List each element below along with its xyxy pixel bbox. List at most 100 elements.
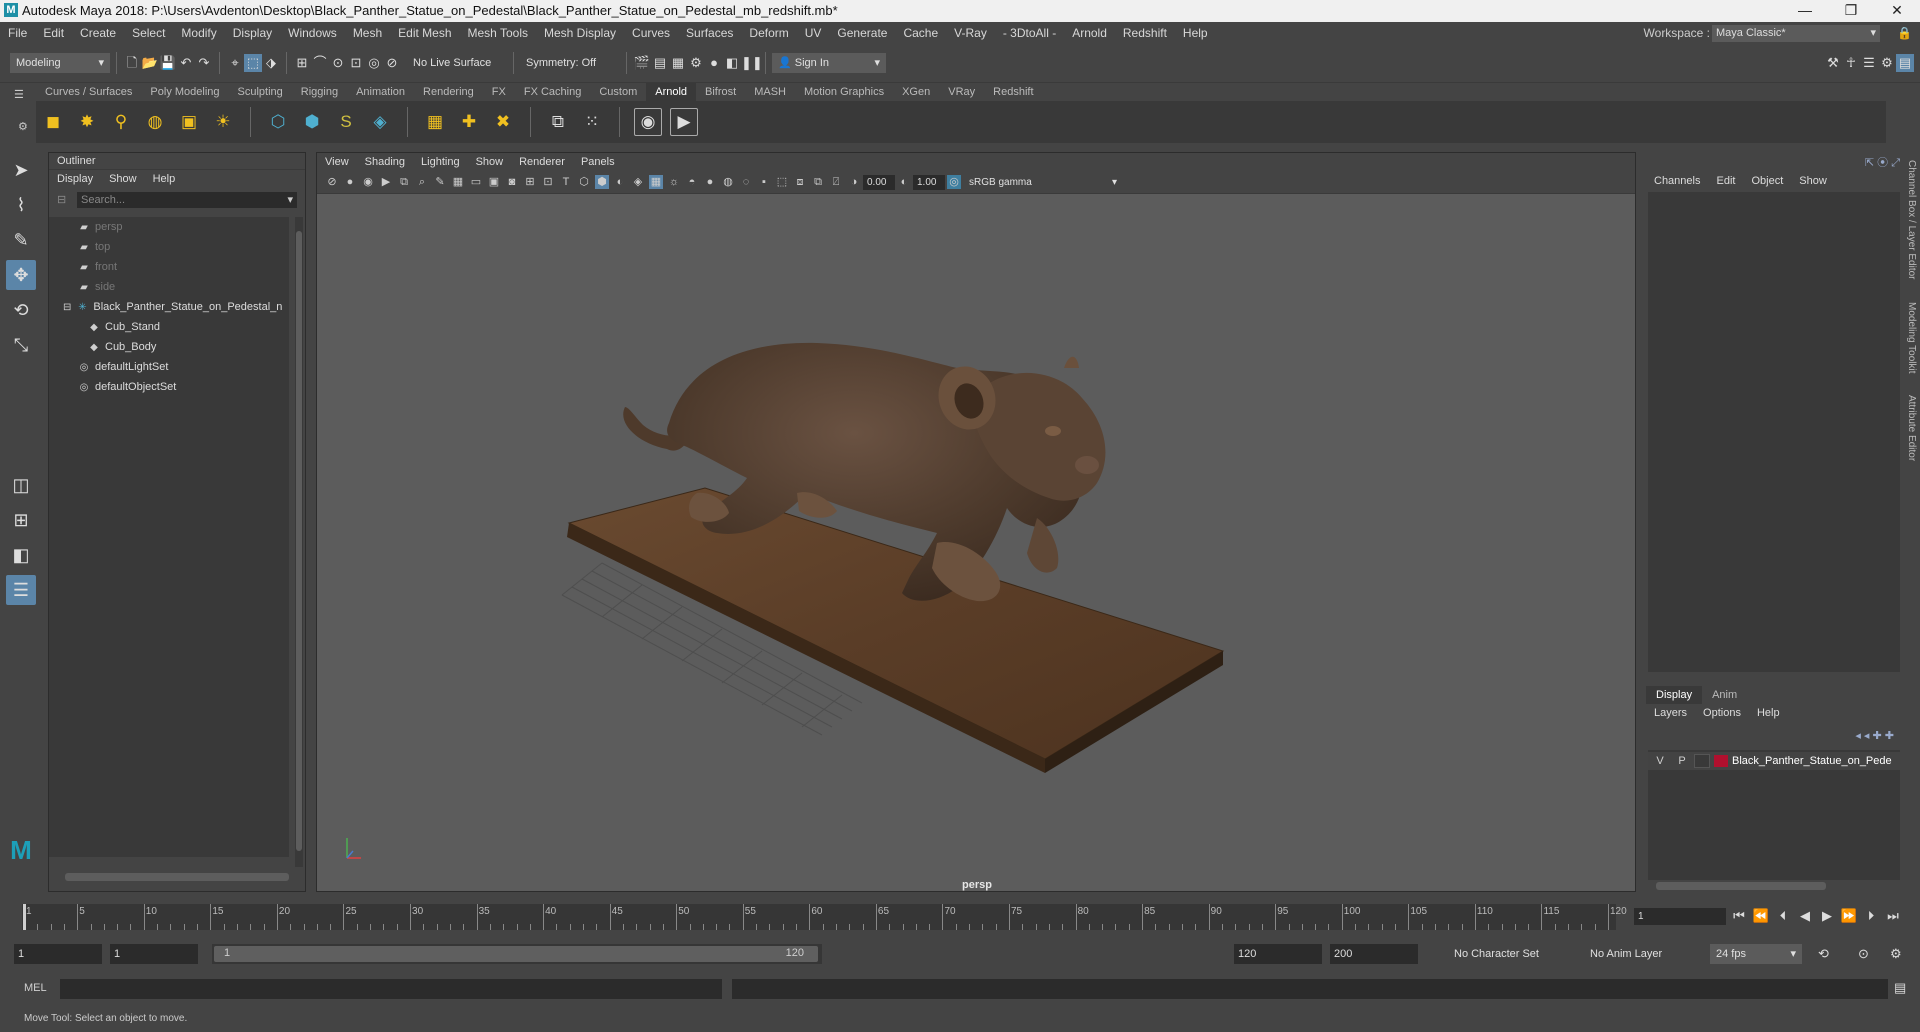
ai-flush-background-icon[interactable]: ✚ — [456, 109, 482, 135]
tool-settings-icon[interactable]: ⚙ — [1878, 54, 1896, 72]
lock-camera-icon[interactable]: ● — [343, 175, 357, 189]
shadows-icon[interactable]: ◓ — [685, 175, 699, 189]
ai-render-icon[interactable]: ▶ — [670, 108, 698, 136]
motion-blur-icon[interactable]: ◍ — [721, 175, 735, 189]
edit-menu[interactable]: Edit — [1708, 172, 1743, 190]
ai-area-light-icon[interactable]: ◼ — [40, 109, 66, 135]
image-plane-icon[interactable]: ⧉ — [397, 175, 411, 189]
ai-mesh-light-icon[interactable]: ✸ — [74, 109, 100, 135]
shelf-tab-curves-surfaces[interactable]: Curves / Surfaces — [36, 83, 141, 101]
layer-row[interactable]: V P Black_Panther_Statue_on_Pede — [1648, 752, 1900, 770]
wireframe-icon[interactable]: ⬡ — [577, 175, 591, 189]
layer-playback-toggle[interactable]: P — [1674, 752, 1690, 770]
scene-canvas[interactable] — [317, 193, 1635, 873]
step-back-frame-icon[interactable]: ⏴ — [1772, 908, 1794, 924]
ai-flush-texture-icon[interactable]: ▦ — [422, 109, 448, 135]
scale-tool-icon[interactable]: ⤡ — [6, 330, 36, 360]
viewport-menu-panels[interactable]: Panels — [573, 153, 623, 171]
shelf-tab-motion-graphics[interactable]: Motion Graphics — [795, 83, 893, 101]
shelf-tab-redshift[interactable]: Redshift — [984, 83, 1042, 101]
scene-start-field[interactable]: 1 — [14, 944, 102, 964]
menu-curves[interactable]: Curves — [624, 22, 678, 44]
snap-curve-icon[interactable]: ⌒ — [311, 54, 329, 72]
anti-aliasing-icon[interactable]: ◌ — [739, 175, 753, 189]
attribute-editor-icon[interactable]: ☰ — [1860, 54, 1878, 72]
scene-end-field[interactable]: 200 — [1330, 944, 1418, 964]
snap-view-icon[interactable]: ⊡ — [347, 54, 365, 72]
shelf-tab-fx-caching[interactable]: FX Caching — [515, 83, 590, 101]
select-camera-icon[interactable]: ⊘ — [325, 175, 339, 189]
move-tool-icon[interactable]: ✥ — [6, 260, 36, 290]
minimize-button[interactable]: — — [1782, 0, 1828, 22]
ai-export-ass-icon[interactable]: ◈ — [367, 109, 393, 135]
shelf-tab-rendering[interactable]: Rendering — [414, 83, 483, 101]
outliner-vertical-scrollbar[interactable] — [295, 217, 303, 867]
go-to-end-icon[interactable]: ⏭ — [1882, 908, 1904, 924]
hypershade-icon[interactable]: ● — [705, 54, 723, 72]
range-slider[interactable]: 1 120 — [212, 944, 822, 964]
ai-curve-collector-icon[interactable]: S — [333, 109, 359, 135]
range-slider-handle[interactable]: 1 120 — [214, 946, 818, 962]
script-language-label[interactable]: MEL — [24, 982, 47, 994]
menu-cache[interactable]: Cache — [895, 22, 946, 44]
shelf-tab-xgen[interactable]: XGen — [893, 83, 939, 101]
render-frame-icon[interactable]: 🎬 — [633, 54, 651, 72]
ipr-render-icon[interactable]: ▦ — [669, 54, 687, 72]
gamma-icon[interactable]: ◐ — [897, 175, 911, 189]
outliner-item[interactable]: ▰ persp — [49, 217, 289, 237]
film-gate-icon[interactable]: ▭ — [469, 175, 483, 189]
outliner-search-input[interactable]: Search... ▾ — [77, 192, 297, 208]
tab-attribute-editor[interactable]: Attribute Editor — [1906, 395, 1917, 461]
menu-help[interactable]: Help — [1175, 22, 1216, 44]
menu-arnold[interactable]: Arnold — [1064, 22, 1115, 44]
channel-box-area[interactable] — [1648, 192, 1900, 672]
exposure-icon[interactable]: ◑ — [847, 175, 861, 189]
outliner-item[interactable]: ▰ top — [49, 237, 289, 257]
menu-create[interactable]: Create — [72, 22, 124, 44]
menu-select[interactable]: Select — [124, 22, 173, 44]
ai-flush-all-icon[interactable]: ✖ — [490, 109, 516, 135]
select-tool-icon[interactable]: ➤ — [6, 155, 36, 185]
maximize-button[interactable]: ❐ — [1828, 0, 1874, 22]
outliner-item[interactable]: ◆ Cub_Stand — [49, 317, 289, 337]
color-management-icon[interactable]: ◎ — [947, 175, 961, 189]
menu-edit[interactable]: Edit — [35, 22, 72, 44]
current-time-marker[interactable] — [23, 904, 26, 930]
layer-color-swatch[interactable] — [1714, 755, 1728, 767]
gamma-field[interactable]: 1.00 — [913, 174, 945, 190]
outliner-item[interactable]: ▰ front — [49, 257, 289, 277]
symmetry-dropdown[interactable]: Symmetry: Off — [520, 53, 620, 73]
snap-point-icon[interactable]: ⊙ — [329, 54, 347, 72]
xray-active-icon[interactable]: ⧉ — [811, 175, 825, 189]
sign-in-button[interactable]: 👤 Sign In ▾ — [772, 53, 886, 73]
outliner-menu-help[interactable]: Help — [145, 170, 184, 188]
character-controls-icon[interactable]: ☥ — [1842, 54, 1860, 72]
channel-box-icon[interactable]: ▤ — [1896, 54, 1914, 72]
anim-preferences-icon[interactable]: ⚙ — [1890, 946, 1902, 962]
field-chart-icon[interactable]: ⊞ — [523, 175, 537, 189]
select-object-icon[interactable]: ⬚ — [244, 54, 262, 72]
single-perspective-layout-icon[interactable]: ◫ — [6, 470, 36, 500]
mode-dropdown[interactable]: Modeling ▾ — [10, 53, 110, 73]
render-settings-icon[interactable]: ⚙ — [687, 54, 705, 72]
new-scene-icon[interactable]: 🗋 — [123, 54, 141, 72]
2d-pan-zoom-icon[interactable]: ⌕ — [415, 175, 429, 189]
viewport-menu-view[interactable]: View — [317, 153, 357, 171]
menu-windows[interactable]: Windows — [280, 22, 345, 44]
camera-attributes-icon[interactable]: ◉ — [361, 175, 375, 189]
screen-space-ao-icon[interactable]: ● — [703, 175, 717, 189]
menu-display[interactable]: Display — [225, 22, 280, 44]
color-space-dropdown[interactable]: sRGB gamma ▾ — [963, 174, 1123, 190]
close-button[interactable]: ✕ — [1874, 0, 1920, 22]
undo-icon[interactable]: ↶ — [177, 54, 195, 72]
outliner-menu-display[interactable]: Display — [49, 170, 101, 188]
xray-joints-icon[interactable]: ⍁ — [829, 175, 843, 189]
outliner-layout-icon[interactable]: ☰ — [6, 575, 36, 605]
ai-light-portal-icon[interactable]: ▣ — [176, 109, 202, 135]
layer-action-icons[interactable]: ◂ ◂ ✚ ✚ — [1855, 729, 1894, 742]
ai-volume-icon[interactable]: ⬢ — [299, 109, 325, 135]
lock-icon[interactable]: 🔒 — [1897, 26, 1912, 40]
menu-redshift[interactable]: Redshift — [1115, 22, 1175, 44]
outliner-item[interactable]: ◆ Cub_Body — [49, 337, 289, 357]
current-frame-field[interactable]: 1 — [1634, 908, 1726, 925]
